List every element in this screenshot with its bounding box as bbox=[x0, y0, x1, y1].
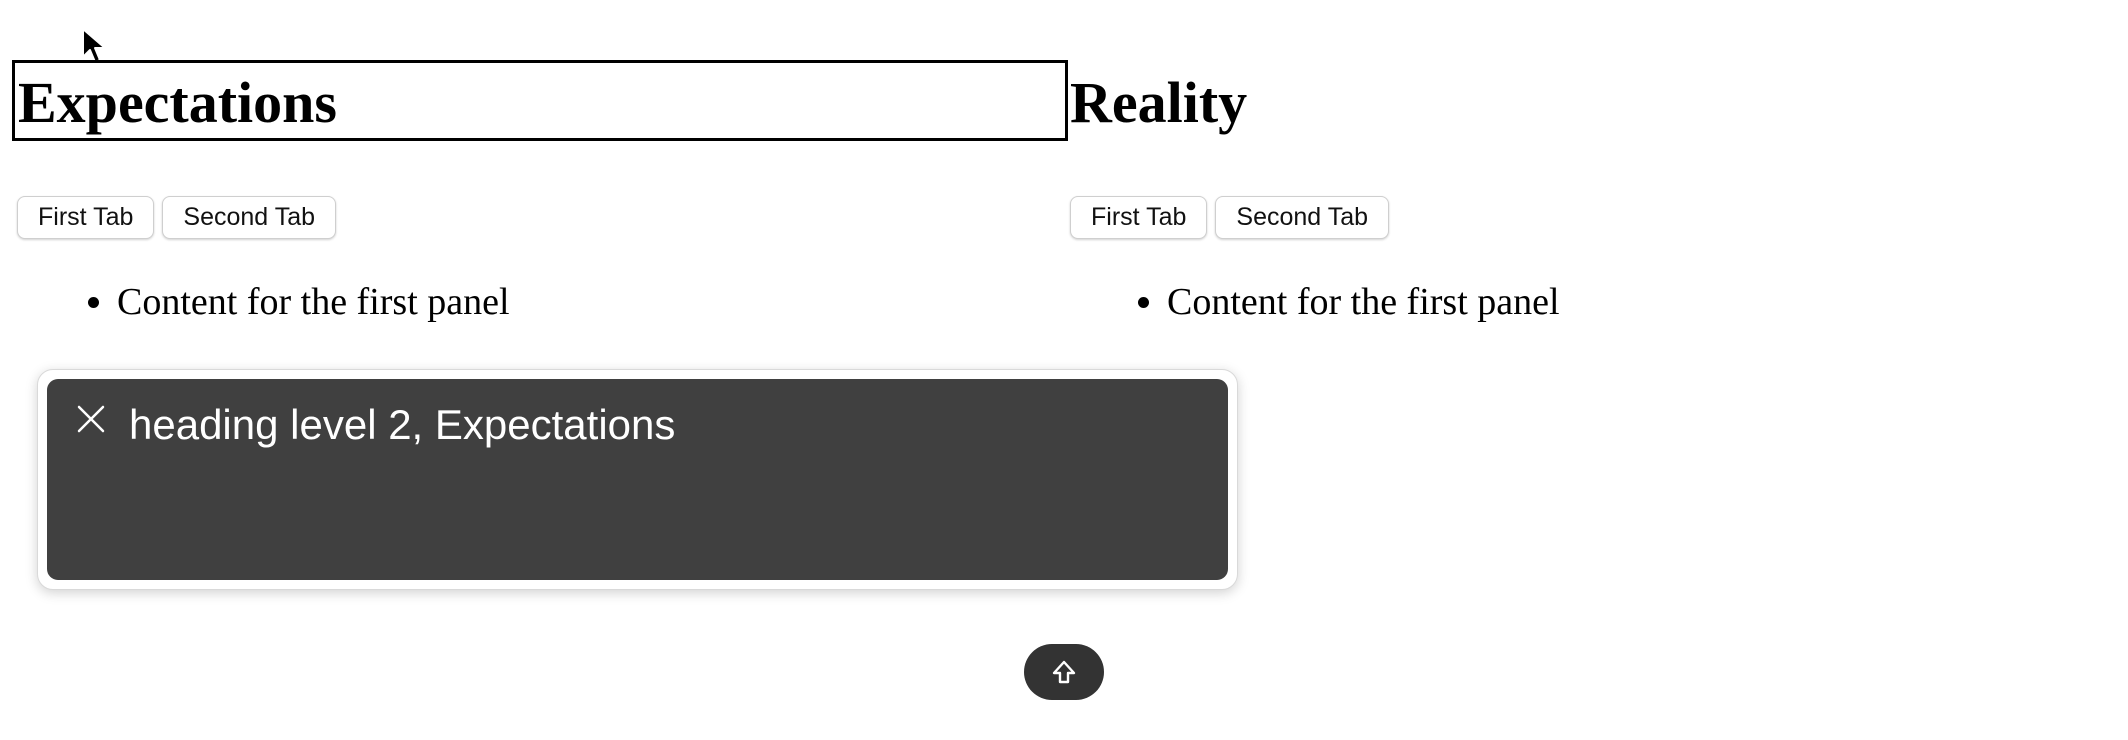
reality-second-tab-button[interactable]: Second Tab bbox=[1215, 196, 1389, 239]
caption-body: heading level 2, Expectations bbox=[47, 379, 1228, 580]
page: Expectations First Tab Second Tab Conten… bbox=[0, 0, 2128, 740]
screen-reader-caption-panel: heading level 2, Expectations bbox=[37, 369, 1238, 590]
expectations-tablist: First Tab Second Tab bbox=[17, 196, 336, 239]
close-icon bbox=[77, 405, 105, 433]
expectations-panel: Content for the first panel bbox=[55, 274, 510, 330]
expectations-heading: Expectations bbox=[18, 70, 337, 135]
reality-heading: Reality bbox=[1070, 70, 1248, 135]
list-item: Content for the first panel bbox=[1167, 274, 1560, 330]
reality-panel: Content for the first panel bbox=[1105, 274, 1560, 330]
scroll-to-top-button[interactable] bbox=[1024, 644, 1104, 700]
caption-text: heading level 2, Expectations bbox=[129, 401, 676, 448]
caption-close-button[interactable] bbox=[71, 399, 111, 439]
list-item: Content for the first panel bbox=[117, 274, 510, 330]
reality-first-tab-button[interactable]: First Tab bbox=[1070, 196, 1208, 239]
arrow-up-icon bbox=[1052, 660, 1076, 684]
mouse-pointer-icon bbox=[82, 28, 106, 63]
expectations-second-tab-button[interactable]: Second Tab bbox=[162, 196, 336, 239]
expectations-first-tab-button[interactable]: First Tab bbox=[17, 196, 155, 239]
reality-tablist: First Tab Second Tab bbox=[1070, 196, 1389, 239]
